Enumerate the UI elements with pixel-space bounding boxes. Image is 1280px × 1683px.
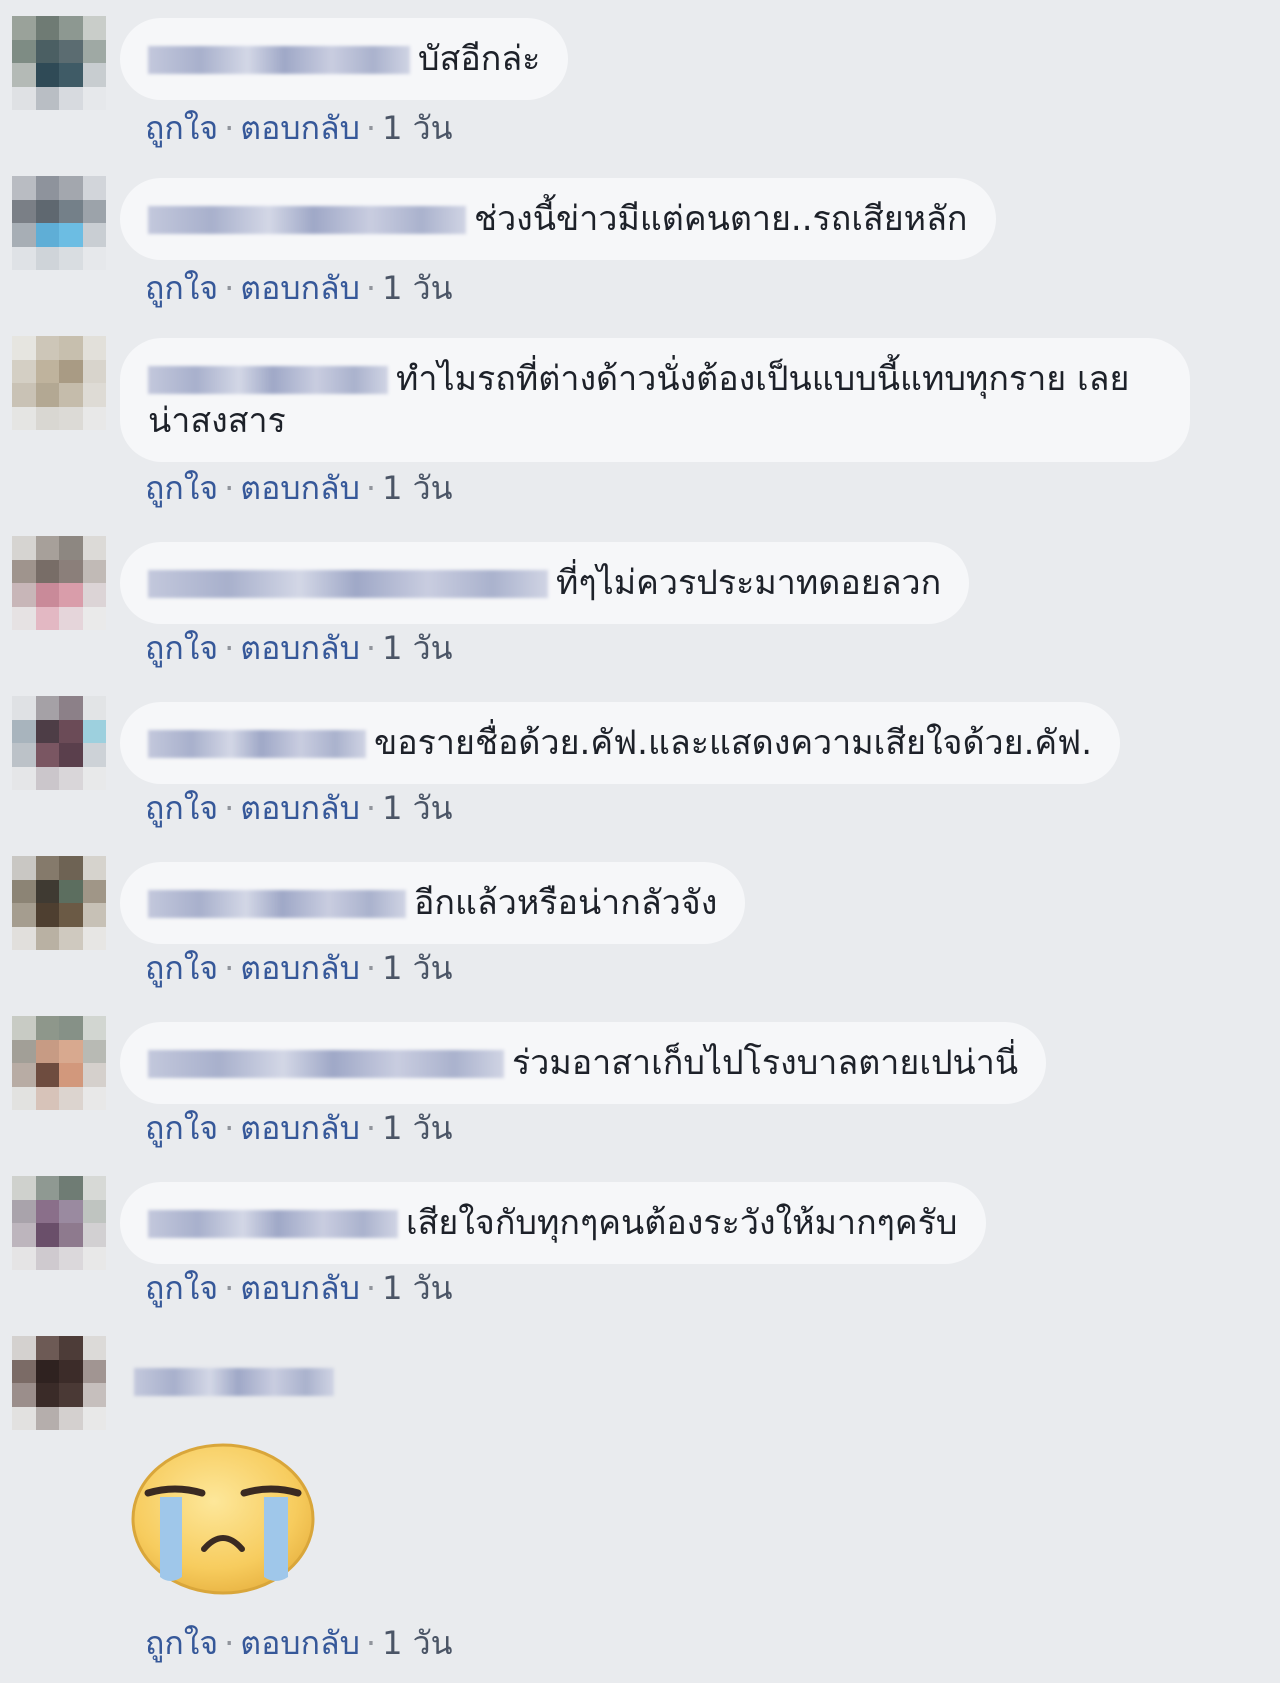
comment-actions: ถูกใจ · ตอบกลับ · 1 วัน [145, 109, 453, 147]
timestamp[interactable]: 1 วัน [382, 269, 452, 307]
like-link[interactable]: ถูกใจ [145, 629, 218, 667]
comment-text: ขอรายชื่อด้วย.คัฟ.และแสดงความเสียใจด้วย.… [374, 723, 1093, 763]
commenter-name[interactable] [148, 1210, 398, 1238]
commenter-name[interactable] [148, 46, 410, 74]
timestamp[interactable]: 1 วัน [382, 109, 452, 147]
avatar[interactable] [12, 16, 106, 110]
comment-text: ที่ๆไม่ควรประมาทดอยลวก [556, 563, 942, 603]
avatar[interactable] [12, 336, 106, 430]
comment-bubble: ขอรายชื่อด้วย.คัฟ.และแสดงความเสียใจด้วย.… [120, 702, 1121, 784]
like-link[interactable]: ถูกใจ [145, 269, 218, 307]
commenter-name[interactable] [148, 366, 388, 394]
avatar[interactable] [12, 536, 106, 630]
timestamp[interactable]: 1 วัน [382, 949, 452, 987]
like-link[interactable]: ถูกใจ [145, 949, 218, 987]
comment-bubble: เสียใจกับทุกๆคนต้องระวังให้มากๆครับ [120, 1182, 986, 1264]
comment-bubble [120, 1340, 356, 1422]
comment-bubble: ช่วงนี้ข่าวมีแต่คนตาย..รถเสียหลัก [120, 178, 996, 260]
comment-bubble: ที่ๆไม่ควรประมาทดอยลวก [120, 542, 970, 624]
crying-face-sticker[interactable] [130, 1435, 316, 1595]
reply-link[interactable]: ตอบกลับ [240, 269, 360, 307]
avatar[interactable] [12, 1016, 106, 1110]
comment-text: บัสอีกล่ะ [418, 39, 541, 79]
avatar[interactable] [12, 856, 106, 950]
comment-bubble: อีกแล้วหรือน่ากลัวจัง [120, 862, 746, 944]
comment-text: อีกแล้วหรือน่ากลัวจัง [414, 883, 718, 923]
commenter-name[interactable] [134, 1368, 334, 1396]
comment-bubble: ทำไมรถที่ต่างด้าวนั่งต้องเป็นแบบนี้แทบทุ… [120, 338, 1190, 462]
comment-actions: ถูกใจ · ตอบกลับ · 1 วัน [145, 1269, 453, 1307]
avatar[interactable] [12, 1336, 106, 1430]
comment-actions: ถูกใจ · ตอบกลับ · 1 วัน [145, 1109, 453, 1147]
comment-actions: ถูกใจ · ตอบกลับ · 1 วัน [145, 949, 453, 987]
timestamp[interactable]: 1 วัน [382, 1109, 452, 1147]
avatar[interactable] [12, 176, 106, 270]
comment-actions: ถูกใจ · ตอบกลับ · 1 วัน [145, 789, 453, 827]
like-link[interactable]: ถูกใจ [145, 1109, 218, 1147]
commenter-name[interactable] [148, 730, 366, 758]
comment-actions: ถูกใจ · ตอบกลับ · 1 วัน [145, 629, 453, 667]
comment-actions: ถูกใจ · ตอบกลับ · 1 วัน [145, 1624, 453, 1662]
reply-link[interactable]: ตอบกลับ [240, 1624, 360, 1662]
reply-link[interactable]: ตอบกลับ [240, 109, 360, 147]
comment-bubble: บัสอีกล่ะ [120, 18, 569, 100]
reply-link[interactable]: ตอบกลับ [240, 949, 360, 987]
crying-face-icon [131, 1443, 315, 1595]
commenter-name[interactable] [148, 570, 548, 598]
commenter-name[interactable] [148, 206, 466, 234]
timestamp[interactable]: 1 วัน [382, 469, 452, 507]
timestamp[interactable]: 1 วัน [382, 1624, 452, 1662]
comment-actions: ถูกใจ · ตอบกลับ · 1 วัน [145, 269, 453, 307]
timestamp[interactable]: 1 วัน [382, 789, 452, 827]
reply-link[interactable]: ตอบกลับ [240, 789, 360, 827]
like-link[interactable]: ถูกใจ [145, 1269, 218, 1307]
commenter-name[interactable] [148, 1050, 504, 1078]
like-link[interactable]: ถูกใจ [145, 1624, 218, 1662]
comment-actions: ถูกใจ · ตอบกลับ · 1 วัน [145, 469, 453, 507]
timestamp[interactable]: 1 วัน [382, 629, 452, 667]
comment-text: ช่วงนี้ข่าวมีแต่คนตาย..รถเสียหลัก [474, 199, 968, 239]
avatar[interactable] [12, 696, 106, 790]
timestamp[interactable]: 1 วัน [382, 1269, 452, 1307]
like-link[interactable]: ถูกใจ [145, 789, 218, 827]
like-link[interactable]: ถูกใจ [145, 469, 218, 507]
comment-text: ร่วมอาสาเก็บไปโรงบาลตายเปน่านี่ [512, 1043, 1019, 1083]
like-link[interactable]: ถูกใจ [145, 109, 218, 147]
reply-link[interactable]: ตอบกลับ [240, 629, 360, 667]
commenter-name[interactable] [148, 890, 406, 918]
reply-link[interactable]: ตอบกลับ [240, 469, 360, 507]
comment-bubble: ร่วมอาสาเก็บไปโรงบาลตายเปน่านี่ [120, 1022, 1047, 1104]
reply-link[interactable]: ตอบกลับ [240, 1269, 360, 1307]
avatar[interactable] [12, 1176, 106, 1270]
reply-link[interactable]: ตอบกลับ [240, 1109, 360, 1147]
comment-text: เสียใจกับทุกๆคนต้องระวังให้มากๆครับ [406, 1203, 958, 1243]
